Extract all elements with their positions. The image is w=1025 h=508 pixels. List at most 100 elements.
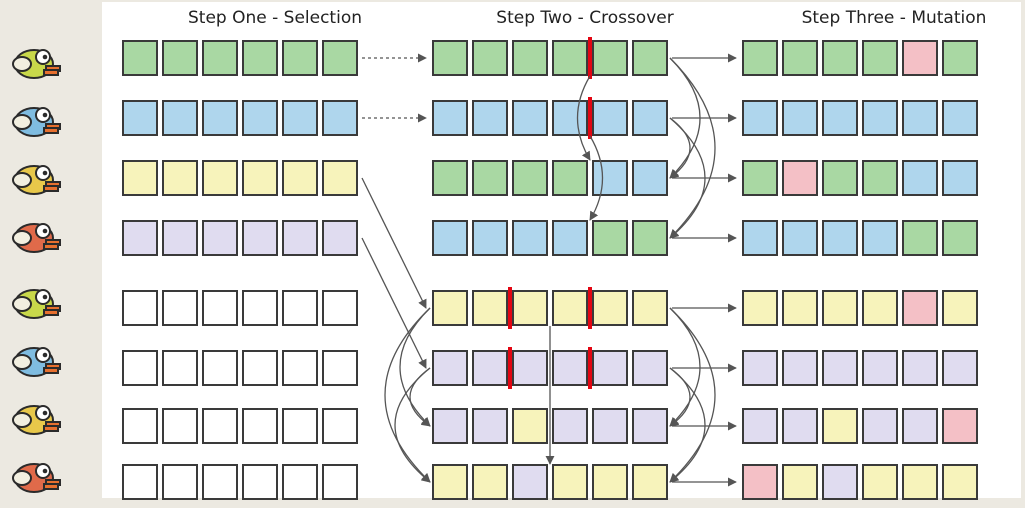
chromosome-row <box>122 408 358 444</box>
gene-cell <box>322 350 358 386</box>
gene-cell <box>942 350 978 386</box>
gene-cell <box>242 350 278 386</box>
gene-cell <box>632 290 668 326</box>
gene-cell <box>202 350 238 386</box>
title-step-2: Step Two - Crossover <box>475 8 695 28</box>
gene-cell <box>902 40 938 76</box>
gene-cell <box>632 100 668 136</box>
gene-cell <box>472 408 508 444</box>
chromosome-row <box>122 350 358 386</box>
gene-cell <box>432 408 468 444</box>
gene-cell <box>902 408 938 444</box>
gene-cell <box>862 160 898 196</box>
gene-cell <box>902 464 938 500</box>
gene-cell <box>202 40 238 76</box>
gene-cell <box>322 160 358 196</box>
gene-cell <box>822 40 858 76</box>
gene-cell <box>122 464 158 500</box>
gene-cell <box>862 350 898 386</box>
gene-cell <box>782 100 818 136</box>
gene-cell <box>592 408 628 444</box>
gene-cell <box>742 220 778 256</box>
bird-icon <box>8 282 64 322</box>
gene-cell <box>902 350 938 386</box>
gene-cell <box>902 160 938 196</box>
crossover-cut-marker <box>588 97 592 139</box>
gene-cell <box>472 160 508 196</box>
gene-cell <box>552 220 588 256</box>
gene-cell <box>282 408 318 444</box>
gene-cell <box>632 160 668 196</box>
gene-cell <box>552 350 588 386</box>
gene-cell <box>862 40 898 76</box>
chromosome-row <box>122 100 358 136</box>
gene-cell <box>472 40 508 76</box>
gene-cell <box>942 160 978 196</box>
gene-cell <box>902 100 938 136</box>
gene-cell <box>782 290 818 326</box>
gene-cell <box>202 464 238 500</box>
gene-cell <box>242 464 278 500</box>
gene-cell <box>162 220 198 256</box>
crossover-cut-marker <box>588 37 592 79</box>
gene-cell <box>822 290 858 326</box>
gene-cell <box>242 408 278 444</box>
gene-cell <box>592 290 628 326</box>
chromosome-row <box>432 40 668 76</box>
gene-cell <box>822 408 858 444</box>
gene-cell <box>202 408 238 444</box>
gene-cell <box>942 100 978 136</box>
gene-cell <box>742 290 778 326</box>
gene-cell <box>162 350 198 386</box>
gene-cell <box>512 40 548 76</box>
crossover-cut-marker <box>588 287 592 329</box>
gene-cell <box>162 408 198 444</box>
gene-cell <box>552 100 588 136</box>
bird-icon <box>8 398 64 438</box>
gene-cell <box>782 350 818 386</box>
diagram-root: Step One - Selection Step Two - Crossove… <box>0 0 1025 508</box>
gene-cell <box>862 290 898 326</box>
chromosome-row <box>742 40 978 76</box>
chromosome-row <box>742 220 978 256</box>
bird-icon <box>8 456 64 496</box>
gene-cell <box>202 290 238 326</box>
gene-cell <box>122 408 158 444</box>
chromosome-row <box>432 100 668 136</box>
gene-cell <box>122 290 158 326</box>
gene-cell <box>552 408 588 444</box>
gene-cell <box>902 220 938 256</box>
gene-cell <box>472 464 508 500</box>
gene-cell <box>162 100 198 136</box>
gene-cell <box>942 408 978 444</box>
gene-cell <box>632 350 668 386</box>
gene-cell <box>862 220 898 256</box>
gene-cell <box>472 350 508 386</box>
gene-cell <box>242 220 278 256</box>
chromosome-row <box>122 220 358 256</box>
chromosome-row <box>122 464 358 500</box>
bird-icon <box>8 340 64 380</box>
gene-cell <box>432 220 468 256</box>
chromosome-row <box>122 160 358 196</box>
chromosome-row <box>122 40 358 76</box>
gene-cell <box>782 40 818 76</box>
gene-cell <box>162 40 198 76</box>
gene-cell <box>432 350 468 386</box>
gene-cell <box>432 100 468 136</box>
gene-cell <box>592 100 628 136</box>
bird-icon <box>8 42 64 82</box>
gene-cell <box>822 220 858 256</box>
gene-cell <box>122 40 158 76</box>
gene-cell <box>632 464 668 500</box>
gene-cell <box>512 408 548 444</box>
gene-cell <box>472 290 508 326</box>
gene-cell <box>742 350 778 386</box>
gene-cell <box>162 160 198 196</box>
chromosome-row <box>742 290 978 326</box>
gene-cell <box>632 40 668 76</box>
gene-cell <box>432 40 468 76</box>
chromosome-row <box>742 464 978 500</box>
bird-icon <box>8 100 64 140</box>
gene-cell <box>512 350 548 386</box>
